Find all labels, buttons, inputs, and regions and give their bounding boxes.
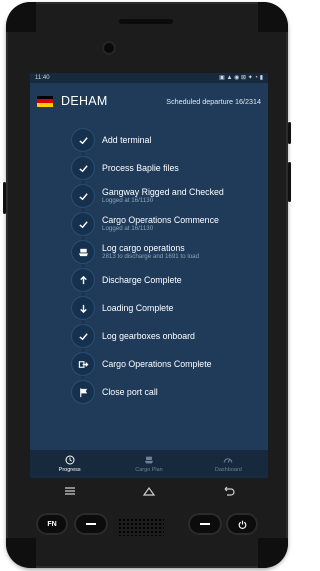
port-call-timeline: Add terminal Process Baplie files Gangwa… <box>30 119 268 419</box>
tab-label: Dashboard <box>214 467 242 473</box>
port-code: DEHAM <box>61 94 108 108</box>
step-cargo-commence[interactable]: Cargo Operations Commence Logged at 16/1… <box>72 213 219 235</box>
check-icon <box>72 157 94 179</box>
fn-key-label: FN <box>47 520 57 528</box>
status-time: 11:40 <box>35 75 50 81</box>
left-key[interactable] <box>76 515 106 533</box>
step-title: Add terminal <box>102 135 152 145</box>
check-icon <box>72 129 94 151</box>
arrow-up-icon <box>72 269 94 291</box>
step-log-gearboxes[interactable]: Log gearboxes onboard <box>72 325 195 347</box>
check-icon <box>72 325 94 347</box>
step-title: Loading Complete <box>102 303 174 313</box>
power-key[interactable] <box>228 515 256 533</box>
corner-bumper <box>6 538 36 568</box>
back-icon[interactable] <box>221 486 235 496</box>
step-add-terminal[interactable]: Add terminal <box>72 129 151 151</box>
scheduled-departure: Scheduled departure 16/2314 <box>166 96 261 106</box>
step-subtitle: Logged at 16/1130 <box>102 225 154 232</box>
step-gangway-rigged[interactable]: Gangway Rigged and Checked Logged at 16/… <box>72 185 224 207</box>
side-button-right-volume[interactable] <box>288 162 291 202</box>
ship-icon <box>72 241 94 263</box>
tab-label: Progress <box>58 467 81 473</box>
step-title: Gangway Rigged and Checked <box>102 187 224 197</box>
port-header: DEHAM Scheduled departure 16/2314 <box>30 83 268 119</box>
front-camera <box>104 43 114 53</box>
exit-icon <box>72 353 94 375</box>
ship-icon <box>144 456 154 464</box>
speaker-grille <box>118 518 164 536</box>
step-close-port-call[interactable]: Close port call <box>72 381 158 403</box>
corner-bumper <box>258 2 288 32</box>
side-button-right-top[interactable] <box>288 122 291 144</box>
step-title: Cargo Operations Commence <box>102 215 219 225</box>
minus-icon <box>200 523 210 525</box>
gauge-icon <box>224 458 233 463</box>
tab-label: Cargo Plan <box>135 467 163 473</box>
menu-icon[interactable] <box>63 486 77 496</box>
status-icons: ▣ ▲ ◉ ⊠ ✦ ◔ ▮ <box>219 75 263 81</box>
tab-progress[interactable]: Progress <box>30 450 109 478</box>
tab-cargo-plan[interactable]: Cargo Plan <box>109 450 188 478</box>
step-title: Cargo Operations Complete <box>102 359 212 369</box>
step-title: Log cargo operations <box>102 243 185 253</box>
minus-icon <box>86 523 96 525</box>
side-button-left[interactable] <box>3 182 6 214</box>
status-bar: 11:40 ▣ ▲ ◉ ⊠ ✦ ◔ ▮ <box>30 73 268 83</box>
step-title: Log gearboxes onboard <box>102 331 195 341</box>
earpiece-speaker <box>119 19 173 24</box>
check-icon <box>72 185 94 207</box>
step-loading-complete[interactable]: Loading Complete <box>72 297 173 319</box>
android-nav-keys <box>30 480 268 502</box>
step-log-cargo[interactable]: Log cargo operations 2813 to discharge a… <box>72 241 199 263</box>
step-title: Discharge Complete <box>102 275 182 285</box>
right-key[interactable] <box>190 515 220 533</box>
step-title: Close port call <box>102 387 158 397</box>
fn-key[interactable]: FN <box>38 515 66 533</box>
arrow-down-icon <box>72 297 94 319</box>
clock-icon <box>65 455 75 465</box>
germany-flag-icon <box>37 95 53 107</box>
tab-dashboard[interactable]: Dashboard <box>189 450 268 478</box>
step-cargo-ops-complete[interactable]: Cargo Operations Complete <box>72 353 212 375</box>
step-process-baplie[interactable]: Process Baplie files <box>72 157 179 179</box>
step-discharge-complete[interactable]: Discharge Complete <box>72 269 182 291</box>
step-subtitle: Logged at 16/1130 <box>102 197 154 204</box>
step-subtitle: 2813 to discharge and 1691 to load <box>102 253 200 260</box>
flag-icon <box>72 381 94 403</box>
home-icon[interactable] <box>142 486 156 496</box>
app-screen: 11:40 ▣ ▲ ◉ ⊠ ✦ ◔ ▮ DEHAM Scheduled depa… <box>30 73 268 478</box>
check-icon <box>72 213 94 235</box>
step-title: Process Baplie files <box>102 163 179 173</box>
power-icon <box>238 520 246 529</box>
bottom-tab-bar: Progress Cargo Plan Dashboard <box>30 450 268 478</box>
corner-bumper <box>258 538 288 568</box>
corner-bumper <box>6 2 36 32</box>
